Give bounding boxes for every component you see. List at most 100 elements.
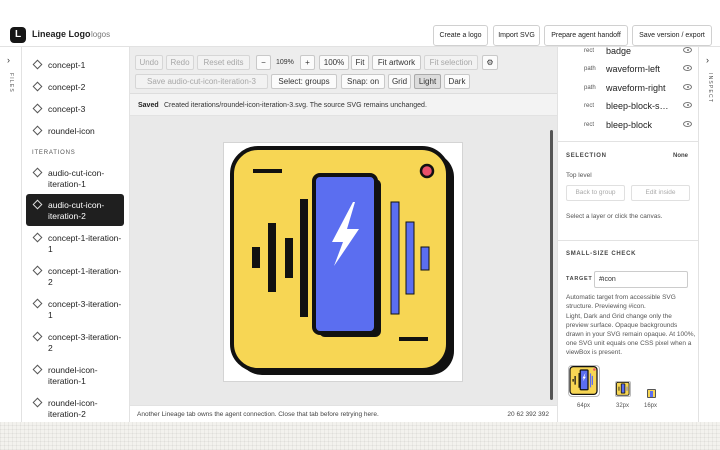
file-item-concept-2[interactable]: concept-2 [26,76,124,98]
layer-type: rect [584,103,595,109]
iteration-item-active[interactable]: audio-cut-icon-iteration-2 [26,194,124,226]
light-preview-toggle[interactable]: Light [414,74,441,89]
diamond-icon [32,167,43,178]
file-sidebar: concept-1 concept-2 concept-3 roundel-ic… [22,47,130,422]
iteration-item[interactable]: audio-cut-icon-iteration-1 [26,162,124,194]
undo-button[interactable]: Undo [135,55,163,70]
layer-type: path [584,66,596,72]
save-iteration-button[interactable]: Save audio-cut-icon-iteration-3 [135,74,268,89]
preview-16[interactable] [647,389,656,398]
reset-edits-button[interactable]: Reset edits [197,55,250,70]
iteration-item[interactable]: concept-3-iteration-2 [26,326,124,358]
diamond-icon [32,199,43,210]
file-item-concept-1[interactable]: concept-1 [26,54,124,76]
file-label: concept-1-iteration-1 [48,233,122,254]
preview-32-label: 32px [616,403,630,409]
files-rail-label: FILES [8,73,14,93]
fit-button[interactable]: Fit [351,55,369,70]
settings-button[interactable]: ⚙ [482,55,498,70]
diamond-icon [32,331,43,342]
diamond-icon [32,81,43,92]
layer-row-waveform-right[interactable]: path waveform-right [558,79,698,98]
preview-32[interactable] [615,381,631,397]
diamond-icon [32,59,43,70]
layer-name: bleep-block-s… [606,101,669,111]
diamond-icon [32,397,43,408]
file-label: concept-3 [48,104,86,114]
canvas-footer: Another Lineage tab owns the agent conne… [130,405,557,422]
eye-icon[interactable] [683,102,692,108]
iteration-item[interactable]: roundel-icon-iteration-2 [26,392,124,422]
dash-top-left[interactable] [253,169,282,173]
back-to-group-button[interactable]: Back to group [566,185,625,201]
inspect-rail-label: INSPECT [707,73,713,104]
chevron-right-icon[interactable]: › [7,55,10,65]
artboard[interactable] [223,142,463,382]
layer-row-waveform-left[interactable]: path waveform-left [558,60,698,79]
layer-name: waveform-right [606,83,666,93]
eye-icon[interactable] [683,84,692,90]
canvas-scrollbar[interactable] [550,130,553,400]
create-logo-button[interactable]: Create a logo [433,25,488,46]
zoom-out-button[interactable]: − [256,55,271,70]
layer-row-bleep-block-s[interactable]: rect bleep-block-s… [558,97,698,116]
iteration-item[interactable]: concept-1-iteration-1 [26,227,124,259]
zoom-100-button[interactable]: 100% [319,55,349,70]
dash-bottom-right[interactable] [399,337,428,341]
layer-name: badge [606,47,632,56]
edit-inside-button[interactable]: Edit inside [631,185,690,201]
target-input[interactable] [594,271,688,288]
prepare-agent-handoff-button[interactable]: Prepare agent handoff [544,25,628,46]
selection-heading: SELECTION [566,153,607,159]
import-svg-button[interactable]: Import SVG [493,25,540,46]
inspector-panel: rect badge path waveform-left path wavef… [557,47,698,422]
diamond-icon [32,103,43,114]
redo-button[interactable]: Redo [166,55,194,70]
app-header: L Lineage Logo logos Create a logo Impor… [0,0,720,47]
divider [558,141,698,142]
iteration-item[interactable]: concept-1-iteration-2 [26,260,124,292]
diamond-icon [32,125,43,136]
layer-row-bleep-block[interactable]: rect bleep-block [558,116,698,135]
save-version-export-button[interactable]: Save version / export [632,25,712,46]
fit-selection-button[interactable]: Fit selection [424,55,478,70]
viewbox-readout: 20 62 392 392 [507,411,549,418]
target-label: TARGET [566,276,593,282]
file-item-roundel-icon[interactable]: roundel-icon [26,120,124,142]
red-dot[interactable] [419,163,435,179]
preview-16-label: 16px [644,403,658,409]
file-label: concept-3-iteration-1 [48,299,122,320]
snap-toggle[interactable]: Snap: on [341,74,385,89]
selection-value: None [673,153,688,159]
logo-artwork[interactable] [224,143,464,383]
small-size-check-heading: SMALL-SIZE CHECK [566,251,637,257]
app-window: L Lineage Logo logos Create a logo Impor… [0,0,720,422]
file-item-concept-3[interactable]: concept-3 [26,98,124,120]
file-label: roundel-icon-iteration-2 [48,398,98,419]
iteration-item[interactable]: concept-3-iteration-1 [26,293,124,325]
chevron-right-icon[interactable]: › [706,55,709,65]
canvas-area[interactable] [130,116,557,405]
canvas-toolbar: Undo Redo Reset edits − 109% + 100% Fit … [130,47,557,94]
preview-16-panel [650,391,653,397]
select-mode-button[interactable]: Select: groups [271,74,337,89]
files-rail[interactable]: › FILES [0,47,22,422]
file-label: roundel-icon [48,126,95,136]
eye-icon[interactable] [683,121,692,127]
iteration-item[interactable]: roundel-icon-iteration-1 [26,359,124,391]
grid-toggle[interactable]: Grid [388,74,411,89]
iterations-heading: ITERATIONS [32,150,76,156]
eye-icon[interactable] [683,47,692,53]
eye-icon[interactable] [683,65,692,71]
layer-name: bleep-block [606,120,653,130]
file-label: audio-cut-icon-iteration-1 [48,168,105,189]
diamond-icon [32,298,43,309]
inspect-rail[interactable]: › INSPECT [698,47,720,422]
layer-row-badge[interactable]: rect badge [558,47,698,61]
dark-preview-toggle[interactable]: Dark [444,74,470,89]
zoom-in-button[interactable]: + [300,55,315,70]
preview-64[interactable] [568,365,600,397]
bleep-block[interactable] [312,173,378,335]
fit-artwork-button[interactable]: Fit artwork [372,55,421,70]
diamond-icon [32,364,43,375]
